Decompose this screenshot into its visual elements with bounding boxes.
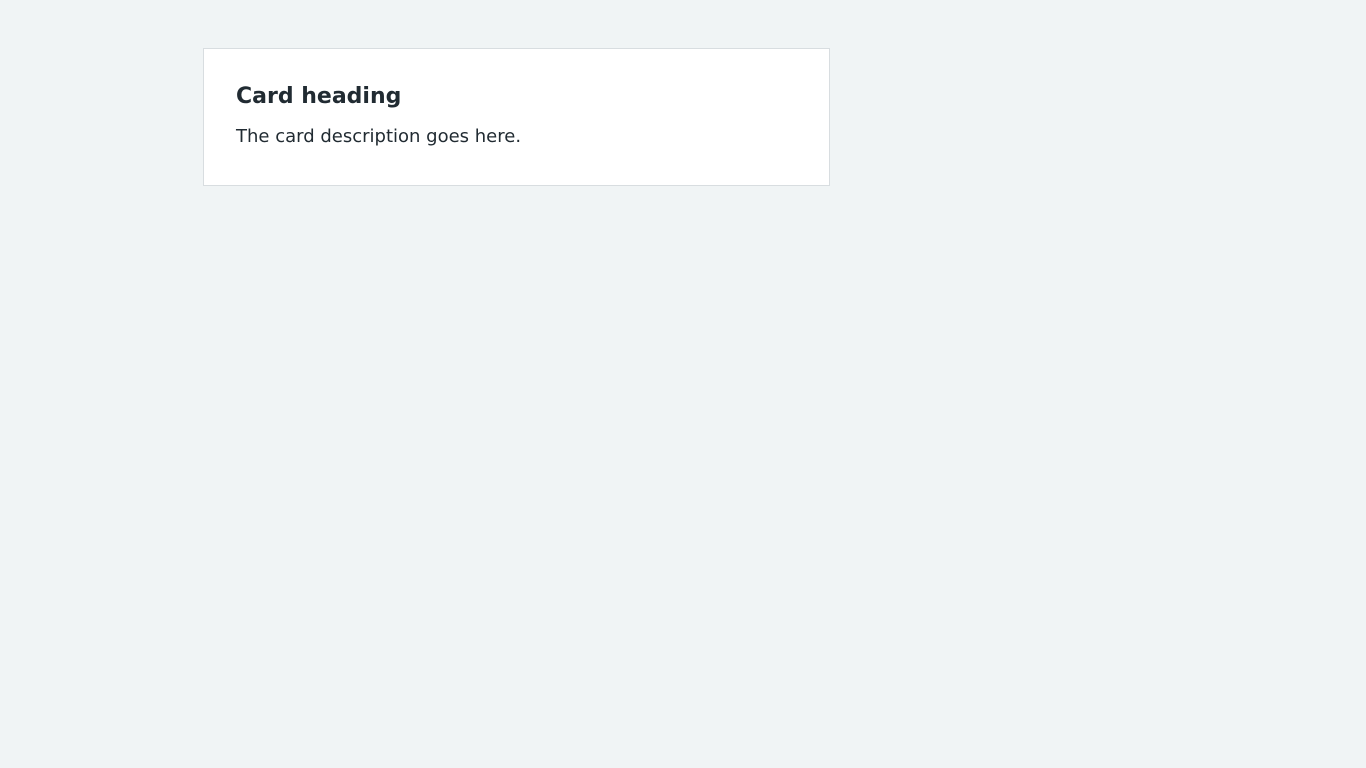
page: Card heading The card description goes h… bbox=[0, 0, 1366, 768]
card-description: The card description goes here. bbox=[236, 126, 522, 147]
card-heading: Card heading bbox=[236, 84, 402, 109]
card: Card heading The card description goes h… bbox=[203, 48, 830, 186]
